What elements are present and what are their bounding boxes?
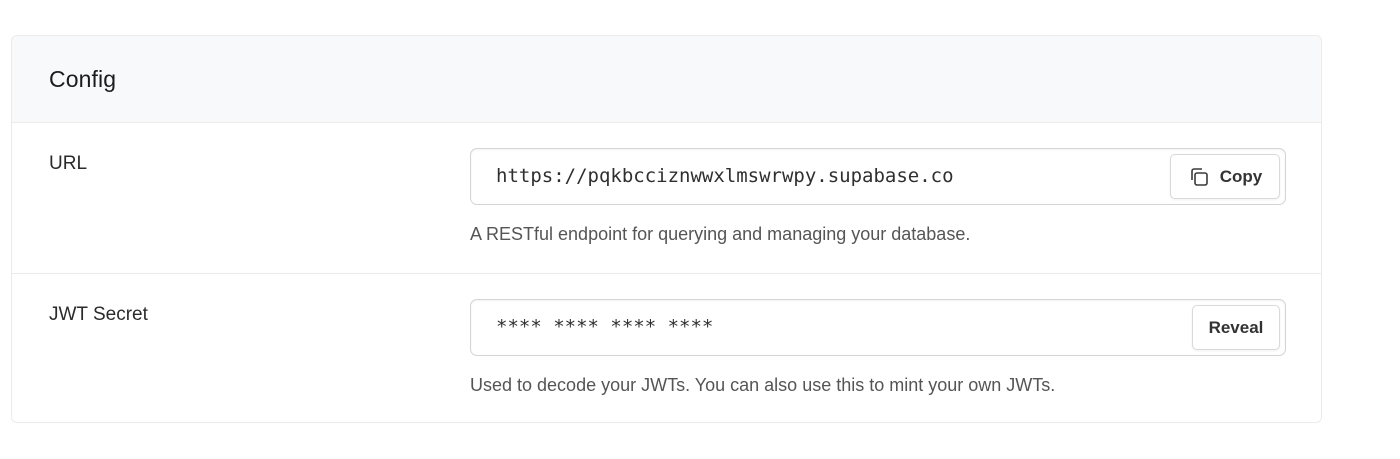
panel-title: Config [49,65,117,92]
url-label: URL [49,153,88,174]
url-field: Copy [470,148,1286,205]
config-panel: Config URL Copy A RESTful endpoint for q… [11,35,1322,423]
config-row-url: URL Copy A RESTful endpoint for querying… [12,123,1321,273]
reveal-button-label: Reveal [1208,317,1264,337]
jwt-secret-input[interactable] [496,300,1156,355]
copy-icon [1188,166,1210,188]
jwt-secret-help-text: Used to decode your JWTs. You can also u… [470,375,1056,395]
copy-button[interactable]: Copy [1170,154,1280,199]
jwt-secret-field: Reveal [470,299,1286,356]
jwt-secret-label: JWT Secret [49,304,148,325]
config-row-jwt-secret: JWT Secret Reveal Used to decode your JW… [12,273,1321,422]
copy-button-label: Copy [1219,166,1263,186]
url-input[interactable] [496,149,1156,204]
url-help-text: A RESTful endpoint for querying and mana… [470,224,971,244]
panel-header: Config [12,36,1321,123]
reveal-button[interactable]: Reveal [1192,305,1280,350]
